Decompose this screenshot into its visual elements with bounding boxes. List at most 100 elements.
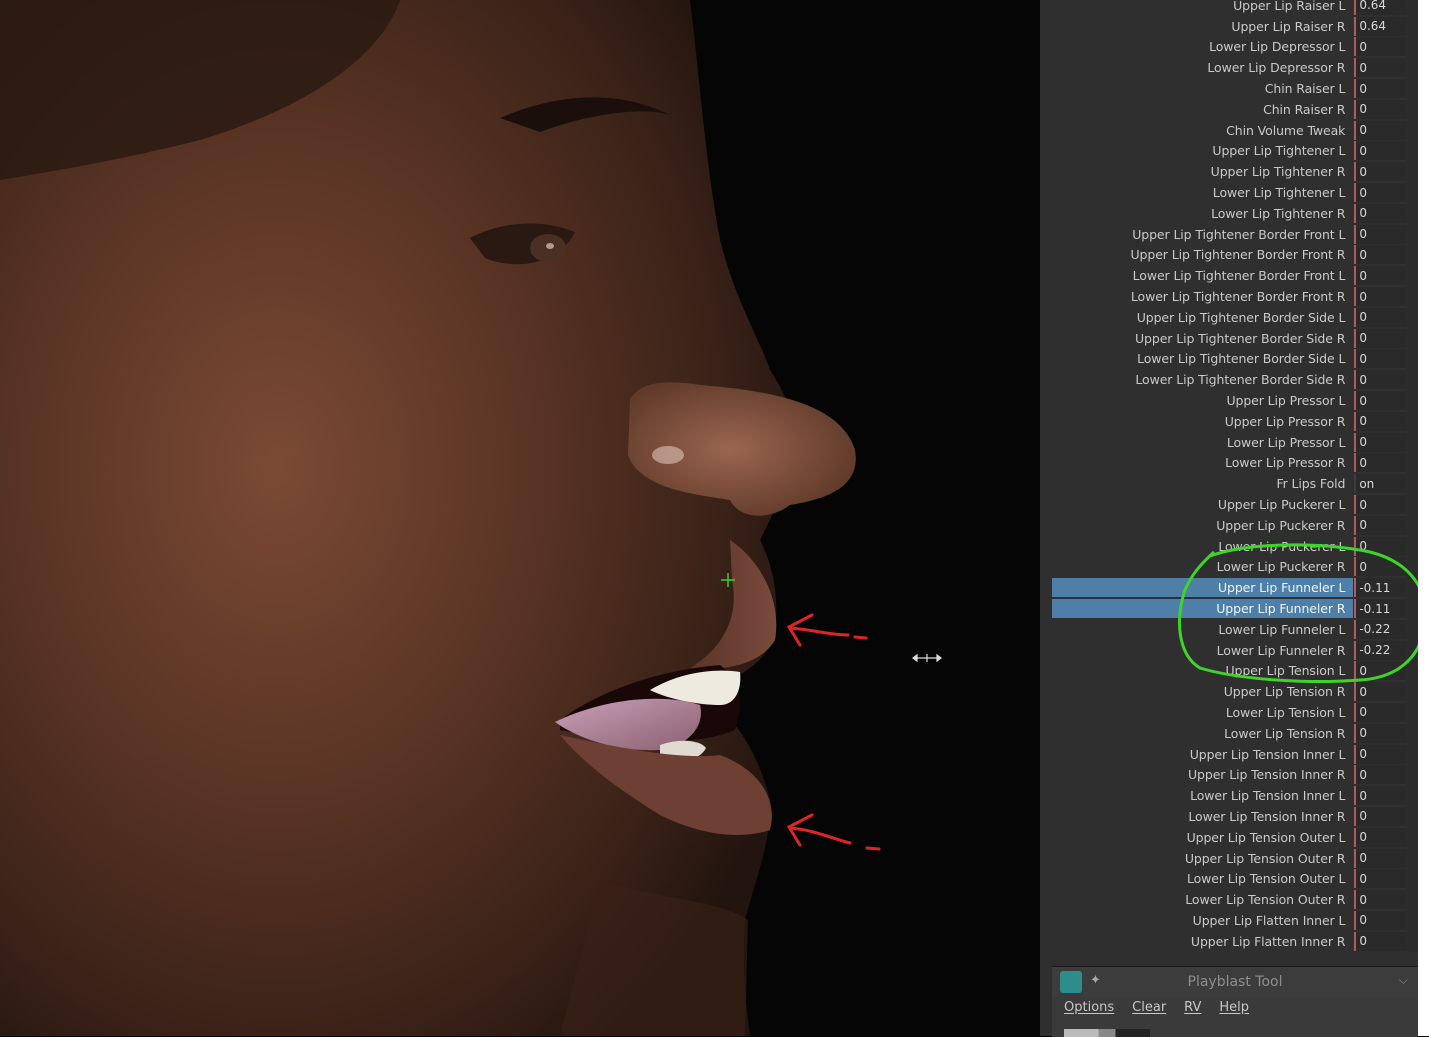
attribute-row[interactable]: Chin Raiser R 0 [1052, 98, 1417, 120]
attribute-name-cell[interactable]: Upper Lip Raiser L [1052, 0, 1353, 15]
attribute-row[interactable]: Upper Lip Tightener L 0 [1052, 140, 1417, 162]
scrollbar-track[interactable] [1407, 98, 1417, 120]
attribute-row[interactable]: Lower Lip Depressor L 0 [1052, 36, 1417, 58]
attribute-name-cell[interactable]: Lower Lip Tightener Border Side L [1052, 349, 1353, 368]
scrollbar-track[interactable] [1407, 514, 1417, 536]
scrollbar-track[interactable] [1407, 78, 1417, 99]
scrollbar-track[interactable] [1407, 390, 1417, 411]
attribute-row[interactable]: Lower Lip Tension Inner R 0 [1052, 806, 1417, 827]
scrollbar-track[interactable] [1407, 431, 1417, 453]
attribute-value-field[interactable]: -0.11 [1354, 599, 1407, 618]
attribute-name-cell[interactable]: Upper Lip Tightener Border Front R [1052, 245, 1353, 264]
attribute-row[interactable]: Lower Lip Tightener Border Side L 0 [1052, 348, 1417, 370]
attribute-value-field[interactable]: 0 [1354, 162, 1407, 182]
attribute-name-cell[interactable]: Lower Lip Tightener Border Side R [1052, 370, 1353, 389]
attribute-value-field[interactable]: 0.64 [1354, 16, 1407, 36]
attribute-value-field[interactable]: 0 [1354, 744, 1407, 764]
scrollbar-track[interactable] [1407, 722, 1417, 744]
attribute-row[interactable]: Upper Lip Pressor L 0 [1052, 390, 1417, 411]
attribute-name-cell[interactable]: Upper Lip Tension Outer L [1052, 828, 1353, 847]
scrollbar-track[interactable] [1407, 826, 1417, 848]
attribute-row[interactable]: Upper Lip Tension R 0 [1052, 681, 1417, 703]
attribute-name-cell[interactable]: Upper Lip Tension Inner L [1052, 745, 1353, 764]
attribute-row[interactable]: Fr Lips Fold on [1052, 473, 1417, 495]
scrollbar-track[interactable] [1407, 535, 1417, 557]
scrollbar-track[interactable] [1407, 660, 1417, 682]
attribute-value-field[interactable]: 0 [1354, 391, 1407, 411]
attribute-name-cell[interactable]: Upper Lip Tightener Border Side L [1052, 308, 1353, 327]
attribute-value-field[interactable]: -0.22 [1354, 640, 1407, 660]
scrollbar-track[interactable] [1407, 410, 1417, 432]
attribute-row[interactable]: Upper Lip Tightener Border Front R 0 [1052, 244, 1417, 266]
scrollbar-track[interactable] [1407, 452, 1417, 474]
attribute-name-cell[interactable]: Lower Lip Pressor R [1052, 453, 1353, 472]
attribute-name-cell[interactable]: Lower Lip Puckerer L [1052, 537, 1353, 556]
attribute-row[interactable]: Lower Lip Tension L 0 [1052, 702, 1417, 723]
attribute-name-cell[interactable]: Lower Lip Depressor R [1052, 58, 1353, 77]
attribute-name-cell[interactable]: Upper Lip Tightener L [1052, 141, 1353, 160]
scrollbar-track[interactable] [1407, 930, 1417, 952]
attribute-row[interactable]: Lower Lip Tightener R 0 [1052, 202, 1417, 224]
attribute-row[interactable]: Upper Lip Puckerer R 0 [1052, 514, 1417, 536]
menu-options[interactable]: Options [1064, 1000, 1114, 1015]
attribute-name-cell[interactable]: Upper Lip Tightener Border Side R [1052, 329, 1353, 348]
scrollbar-track[interactable] [1407, 327, 1417, 349]
attribute-row[interactable]: Lower Lip Funneler R -0.22 [1052, 639, 1417, 661]
scrollbar-track[interactable] [1407, 473, 1417, 495]
scrollbar-track[interactable] [1407, 161, 1417, 183]
scrollbar-track[interactable] [1407, 140, 1417, 162]
scrollbar-track[interactable] [1407, 889, 1417, 911]
attribute-value-field[interactable]: 0 [1354, 661, 1407, 681]
attribute-row[interactable]: Chin Raiser L 0 [1052, 78, 1417, 99]
attribute-value-field[interactable]: 0 [1354, 931, 1407, 951]
menu-rv[interactable]: RV [1184, 1000, 1201, 1015]
attribute-name-cell[interactable]: Upper Lip Tension Inner R [1052, 765, 1353, 784]
attribute-value-field[interactable]: 0 [1354, 557, 1407, 577]
scrollbar-track[interactable] [1407, 847, 1417, 869]
scrollbar-track[interactable] [1407, 202, 1417, 224]
attribute-row[interactable]: Upper Lip Tension L 0 [1052, 660, 1417, 682]
attribute-value-field[interactable]: 0 [1354, 536, 1407, 556]
attribute-row[interactable]: Upper Lip Raiser R 0.64 [1052, 15, 1417, 37]
scrollbar-track[interactable] [1407, 910, 1417, 931]
attribute-value-field[interactable]: 0 [1354, 266, 1407, 286]
attribute-value-field[interactable]: 0.64 [1354, 0, 1407, 15]
attribute-name-cell[interactable]: Upper Lip Puckerer R [1052, 516, 1353, 535]
scrollbar-track[interactable] [1407, 369, 1417, 391]
attribute-row[interactable]: Lower Lip Tightener Border Front L 0 [1052, 265, 1417, 287]
attribute-row[interactable]: Lower Lip Tension R 0 [1052, 722, 1417, 744]
attribute-value-field[interactable]: 0 [1354, 723, 1407, 743]
attribute-value-field[interactable]: 0 [1354, 702, 1407, 722]
attribute-row[interactable]: Lower Lip Tightener Border Side R 0 [1052, 369, 1417, 391]
attribute-value-field[interactable]: -0.11 [1354, 578, 1407, 598]
attribute-value-field[interactable]: 0 [1354, 183, 1407, 203]
attribute-row[interactable]: Lower Lip Tightener Border Front R 0 [1052, 286, 1417, 307]
attribute-row[interactable]: Chin Volume Tweak 0 [1052, 119, 1417, 141]
attribute-name-cell[interactable]: Upper Lip Tension L [1052, 661, 1353, 680]
attribute-name-cell[interactable]: Lower Lip Puckerer R [1052, 557, 1353, 576]
scrollbar-track[interactable] [1407, 598, 1417, 619]
attribute-name-cell[interactable]: Lower Lip Depressor L [1052, 37, 1353, 56]
attribute-row[interactable]: Lower Lip Tightener L 0 [1052, 182, 1417, 203]
scrollbar-track[interactable] [1407, 764, 1417, 786]
scrollbar-track[interactable] [1407, 265, 1417, 287]
attribute-value-field[interactable]: 0 [1354, 890, 1407, 910]
attribute-row[interactable]: Upper Lip Tightener Border Side R 0 [1052, 327, 1417, 349]
attribute-name-cell[interactable]: Upper Lip Pressor R [1052, 412, 1353, 431]
attribute-value-field[interactable]: -0.22 [1354, 619, 1407, 639]
attribute-value-field[interactable]: 0 [1354, 37, 1407, 57]
attribute-row[interactable]: Upper Lip Tightener Border Side L 0 [1052, 306, 1417, 328]
attribute-row[interactable]: Upper Lip Funneler R -0.11 [1052, 598, 1417, 619]
attribute-row[interactable]: Lower Lip Tension Inner L 0 [1052, 785, 1417, 807]
attribute-value-field[interactable]: 0 [1354, 370, 1407, 390]
menu-help[interactable]: Help [1219, 1000, 1249, 1015]
attribute-name-cell[interactable]: Upper Lip Tightener R [1052, 162, 1353, 181]
attribute-value-field[interactable]: 0 [1354, 495, 1407, 515]
attribute-value-field[interactable]: on [1354, 474, 1407, 494]
attribute-value-field[interactable]: 0 [1354, 58, 1407, 78]
attribute-row[interactable]: Lower Lip Pressor R 0 [1052, 452, 1417, 474]
attribute-name-cell[interactable]: Lower Lip Funneler R [1052, 641, 1353, 660]
scrollbar-track[interactable] [1407, 348, 1417, 370]
scrollbar-track[interactable] [1407, 244, 1417, 266]
attribute-name-cell[interactable]: Lower Lip Tightener Border Front L [1052, 266, 1353, 285]
